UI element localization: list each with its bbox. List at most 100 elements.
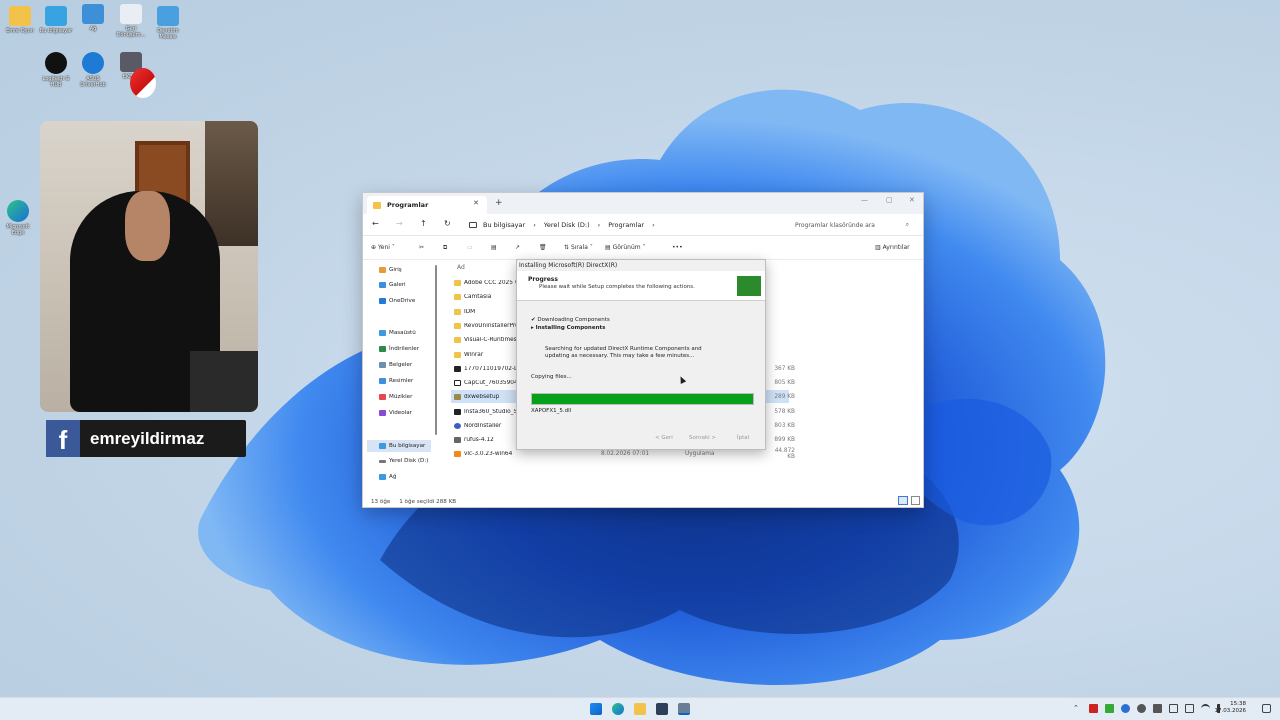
progress-fill (532, 394, 753, 404)
battery-icon[interactable] (1169, 704, 1178, 713)
sidebar-item-this-pc[interactable]: Bu bilgisayar (367, 440, 431, 452)
pane-divider[interactable] (435, 265, 437, 435)
progress-subheading: Please wait while Setup completes the fo… (539, 284, 695, 290)
next-button[interactable]: Sonraki > (689, 435, 716, 441)
tray-app-icon[interactable] (1153, 704, 1162, 713)
details-pane-button[interactable]: ▥ Ayrıntılar (875, 244, 910, 251)
search-icon: ⌕ (905, 221, 909, 228)
pen-tool-icon[interactable] (130, 68, 156, 98)
directx-installer-dialog[interactable]: Installing Microsoft(R) DirectX(R) Progr… (516, 259, 766, 450)
vlc-icon (454, 450, 461, 457)
paste-icon[interactable]: ▭ (467, 244, 473, 251)
tiles-view-icon[interactable] (911, 496, 920, 505)
share-icon[interactable]: ↗ (515, 244, 520, 251)
music-icon (379, 394, 386, 400)
desktop-icon-control-panel[interactable]: Denetim Masası (150, 6, 186, 40)
up-icon[interactable]: ↑ (420, 219, 427, 228)
sidebar-item-videos[interactable]: Videolar (379, 410, 412, 416)
sidebar-item-local-disk[interactable]: Yerel Disk (D:) (379, 458, 428, 464)
sort-button[interactable]: ⇅ Sırala ˅ (564, 244, 593, 251)
chevron-up-icon[interactable]: ⌃ (1073, 704, 1082, 713)
file-explorer-icon[interactable] (634, 703, 646, 715)
tray-nvidia-icon[interactable] (1105, 704, 1114, 713)
computer-icon (379, 443, 386, 449)
usb-icon (454, 436, 461, 443)
notification-icon[interactable] (1262, 704, 1271, 713)
new-button[interactable]: ⊕ Yeni ˅ (371, 244, 395, 251)
computer-icon (45, 6, 67, 26)
sidebar-item-documents[interactable]: Belgeler (379, 362, 412, 368)
recycle-bin-icon (120, 4, 142, 24)
minimize-button[interactable]: — (861, 196, 868, 204)
wifi-icon[interactable] (1201, 704, 1210, 713)
sidebar-item-downloads[interactable]: İndirilenler (379, 346, 419, 352)
dialog-title: Installing Microsoft(R) DirectX(R) (519, 262, 618, 269)
clock[interactable]: 15:38 17.03.2026 (1215, 701, 1247, 715)
sidebar-item-home[interactable]: Giriş (379, 267, 402, 273)
search-input[interactable]: Programlar klasöründe ara ⌕ (787, 217, 915, 233)
delete-icon[interactable]: 🗑 (539, 244, 547, 251)
breadcrumb[interactable]: Bu bilgisayar › Yerel Disk (D:) › Progra… (469, 217, 769, 233)
edge-icon[interactable] (612, 703, 624, 715)
desktop-icon-edge[interactable]: Microsoft Edge (0, 200, 36, 236)
address-bar: ← → ↑ ↻ Bu bilgisayar › Yerel Disk (D:) … (363, 214, 923, 236)
column-header-name[interactable]: Ad (457, 264, 465, 271)
close-tab-icon[interactable]: ✕ (473, 199, 479, 207)
gallery-icon (379, 282, 386, 288)
back-icon[interactable]: ← (372, 219, 379, 228)
desktop-icon-recycle-bin[interactable]: Geri Dönüşüm... (113, 4, 149, 38)
gear-icon (82, 52, 104, 74)
desktop-icon-network[interactable]: Ağ (75, 4, 111, 32)
desktop-icon-logitech[interactable]: Logitech G HUB (38, 52, 74, 88)
capcut-icon (454, 379, 461, 386)
cut-icon[interactable]: ✂ (419, 244, 424, 251)
folder-icon (454, 279, 461, 286)
desktop-icon-asus-driverhub[interactable]: ASUS DriverHub (75, 52, 111, 88)
app-icon[interactable] (656, 703, 668, 715)
taskbar: ⌃ 15:38 17.03.2026 (0, 697, 1280, 720)
usb-icon[interactable] (1185, 704, 1194, 713)
sidebar-item-network[interactable]: Ağ (379, 474, 396, 480)
maximize-button[interactable]: ▢ (886, 196, 893, 204)
details-view-icon[interactable] (898, 496, 908, 505)
forward-icon[interactable]: → (396, 219, 403, 228)
start-icon[interactable] (590, 703, 602, 715)
sidebar-item-onedrive[interactable]: OneDrive (379, 298, 415, 304)
back-button[interactable]: < Geri (655, 435, 673, 441)
copying-label: Copying files... (531, 374, 572, 380)
tray-app-icon[interactable] (1089, 704, 1098, 713)
folder-icon (9, 6, 31, 26)
installer-icon[interactable] (678, 703, 690, 715)
tab-programlar[interactable]: Programlar ✕ (367, 196, 487, 214)
rename-icon[interactable]: ▤ (491, 244, 497, 251)
view-button[interactable]: ▤ Görünüm ˅ (605, 244, 646, 251)
current-file: XAPOFX1_5.dll (531, 408, 572, 414)
close-window-button[interactable]: ✕ (909, 196, 915, 204)
folder-icon (373, 201, 381, 209)
bluetooth-icon[interactable] (1121, 704, 1130, 713)
tray-app-icon[interactable] (1137, 704, 1146, 713)
sidebar-item-gallery[interactable]: Galeri (379, 282, 406, 288)
sidebar-item-pictures[interactable]: Resimler (379, 378, 413, 384)
facebook-name: emreyildirmaz (90, 428, 205, 448)
copy-icon[interactable]: ⧉ (443, 244, 447, 252)
refresh-icon[interactable]: ↻ (444, 219, 451, 228)
desktop-icon-emre-oyun[interactable]: Emre Oyun (2, 6, 38, 34)
download-icon (379, 346, 386, 352)
desktop-icon-this-pc[interactable]: Bu bilgisayar (38, 6, 74, 34)
control-panel-icon (157, 6, 179, 26)
edge-icon (7, 200, 29, 222)
network-icon (379, 474, 386, 480)
pictures-icon (379, 378, 386, 384)
app-icon (454, 365, 461, 372)
new-tab-button[interactable]: + (495, 198, 503, 208)
home-icon (379, 267, 386, 273)
cancel-button[interactable]: İptal (737, 435, 749, 441)
more-options-icon[interactable]: ••• (672, 244, 683, 251)
folder-icon (454, 293, 461, 300)
pc-icon (469, 222, 477, 228)
sidebar-item-desktop[interactable]: Masaüstü (379, 330, 416, 336)
install-progress-bar (531, 393, 754, 405)
directx-logo-icon (737, 276, 761, 296)
sidebar-item-music[interactable]: Müzikler (379, 394, 412, 400)
